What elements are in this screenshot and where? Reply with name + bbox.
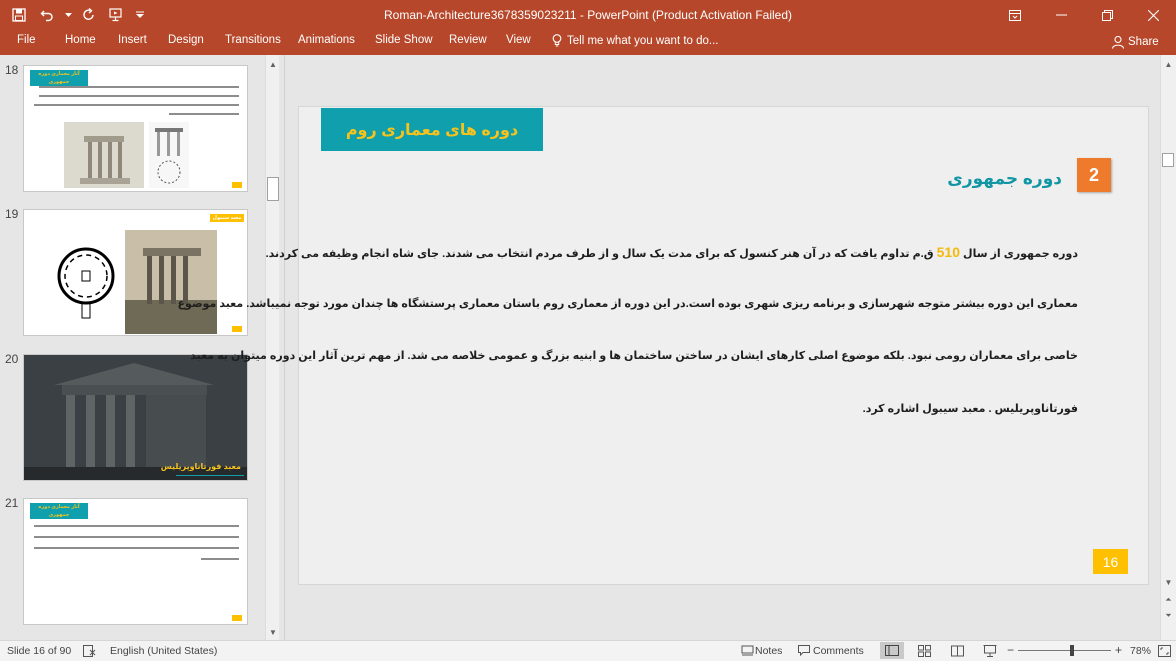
next-slide-icon[interactable]: ⏷ xyxy=(1161,609,1176,623)
thumbnail-title-tag: آثار معماری دوره جمهوری xyxy=(30,70,88,86)
share-button[interactable]: Share xyxy=(1108,32,1163,52)
paragraph-line-4: فورتاناوپریلیس . معبد سیبول اشاره کرد. xyxy=(862,403,1078,415)
share-label: Share xyxy=(1128,36,1159,48)
ribbon-display-options-icon[interactable] xyxy=(992,0,1038,30)
thumbnail-number: 18 xyxy=(5,63,19,77)
quick-access-toolbar xyxy=(8,4,146,26)
notes-button[interactable]: Notes xyxy=(755,645,782,657)
temple-plan-drawing xyxy=(149,122,189,188)
zoom-slider-thumb[interactable] xyxy=(1069,645,1074,656)
scroll-up-arrow-icon[interactable]: ▲ xyxy=(266,57,280,71)
slide-count: Slide 16 of 90 xyxy=(7,645,72,657)
undo-dropdown-icon[interactable] xyxy=(64,4,72,26)
spell-check-icon[interactable] xyxy=(83,645,96,657)
tab-transitions[interactable]: Transitions xyxy=(225,34,281,46)
status-bar: Slide 16 of 90 English (United States) N… xyxy=(0,640,1176,661)
zoom-slider[interactable] xyxy=(1018,650,1111,651)
restore-icon[interactable] xyxy=(1084,0,1130,30)
slide-scroll-thumb[interactable] xyxy=(1162,153,1174,167)
scroll-down-arrow-icon[interactable]: ▼ xyxy=(1161,575,1176,589)
fit-to-window-icon[interactable] xyxy=(1158,645,1171,657)
zoom-percentage[interactable]: 78% xyxy=(1130,645,1151,657)
section-number-box: 2 xyxy=(1077,158,1111,192)
comments-button[interactable]: Comments xyxy=(813,645,864,657)
tab-slide-show[interactable]: Slide Show xyxy=(375,34,433,46)
tab-animations[interactable]: Animations xyxy=(298,34,355,46)
close-icon[interactable] xyxy=(1130,0,1176,30)
thumbnail-preview: آثار معماری دوره جمهوری xyxy=(23,65,248,192)
slide-page-number: 16 xyxy=(1093,549,1128,574)
current-slide[interactable]: دوره های معماری روم دوره جمهوری 2 دوره ج… xyxy=(178,106,1149,585)
minimize-icon[interactable] xyxy=(1038,0,1084,30)
slide-sorter-icon[interactable] xyxy=(918,645,931,657)
previous-slide-icon[interactable]: ⏶ xyxy=(1161,593,1176,607)
thumbnail-title-tag: معبد سیبول xyxy=(210,214,244,222)
thumbnail-preview: معبد سیبول xyxy=(23,209,248,336)
undo-icon[interactable] xyxy=(36,4,58,26)
thumbnail-preview: معبد فورتاناوپریلیس xyxy=(23,354,248,481)
paragraph-line-3: خاصی برای معماران رومی نبود. بلکه موضوع … xyxy=(190,350,1078,362)
temple-sketch-image xyxy=(64,122,144,188)
paragraph-line-2: معماری این دوره بیشتر متوجه شهرسازی و بر… xyxy=(177,298,1078,310)
slide-banner-title: دوره های معماری روم xyxy=(321,108,543,151)
tab-design[interactable]: Design xyxy=(168,34,204,46)
thumbnail-scroll-thumb[interactable] xyxy=(267,177,279,201)
thumbnail-number: 21 xyxy=(5,496,19,510)
thumbnail-number: 20 xyxy=(5,352,19,366)
slide-thumbnail-pane: 18 آثار معماری دوره جمهوری 19 معبد سیبول… xyxy=(0,55,283,640)
scroll-up-arrow-icon[interactable]: ▲ xyxy=(1161,57,1176,71)
slide-scrollbar[interactable]: ▲ ▼ ⏶ ⏷ xyxy=(1160,55,1176,640)
scroll-down-arrow-icon[interactable]: ▼ xyxy=(266,625,280,639)
paragraph-line-1: دوره جمهوری از سال 510 ق.م تداوم یافت که… xyxy=(266,244,1078,260)
zoom-out-icon[interactable]: − xyxy=(1007,643,1014,657)
tab-home[interactable]: Home xyxy=(65,34,96,46)
save-icon[interactable] xyxy=(8,4,30,26)
start-from-beginning-icon[interactable] xyxy=(106,4,128,26)
slide-heading: دوره جمهوری xyxy=(947,169,1062,188)
tab-file[interactable]: File xyxy=(17,34,36,46)
title-bar: Roman-Architecture3678359023211 - PowerP… xyxy=(0,0,1176,30)
normal-view-button[interactable] xyxy=(880,642,904,659)
temple-of-vesta-photo xyxy=(125,230,217,334)
tab-view[interactable]: View xyxy=(506,34,531,46)
para1-end: ق.م تداوم یافت که در آن هنر کنسول که برا… xyxy=(265,248,937,260)
thumbnail-number: 19 xyxy=(5,207,19,221)
tab-review[interactable]: Review xyxy=(449,34,487,46)
window-controls xyxy=(992,0,1176,30)
person-icon xyxy=(1112,35,1124,49)
reading-view-icon[interactable] xyxy=(951,645,964,657)
language-indicator[interactable]: English (United States) xyxy=(110,645,217,657)
comments-icon xyxy=(798,645,810,656)
thumbnail-preview: آثار معماری دوره جمهوری xyxy=(23,498,248,625)
thumbnail-scrollbar[interactable]: ▲ ▼ xyxy=(265,55,279,640)
round-temple-plan xyxy=(57,247,115,319)
notes-icon xyxy=(741,645,754,656)
tell-me-label: Tell me what you want to do... xyxy=(567,34,719,47)
tab-insert[interactable]: Insert xyxy=(118,34,147,46)
year-highlight: 510 xyxy=(936,244,960,260)
para1-start: دوره جمهوری از سال xyxy=(959,248,1078,260)
zoom-in-icon[interactable]: + xyxy=(1115,643,1122,657)
thumbnail-caption: معبد فورتاناوپریلیس xyxy=(160,462,241,471)
slide-show-icon[interactable] xyxy=(983,645,997,657)
redo-icon[interactable] xyxy=(78,4,100,26)
tell-me-search[interactable]: Tell me what you want to do... xyxy=(552,34,719,47)
lightbulb-icon xyxy=(552,34,562,47)
normal-view-icon xyxy=(885,645,899,656)
customize-toolbar-icon[interactable] xyxy=(134,4,146,26)
ribbon-tabs: File Home Insert Design Transitions Anim… xyxy=(0,30,1176,55)
thumbnail-title-tag: آثار معماری دوره جمهوری xyxy=(30,503,88,519)
